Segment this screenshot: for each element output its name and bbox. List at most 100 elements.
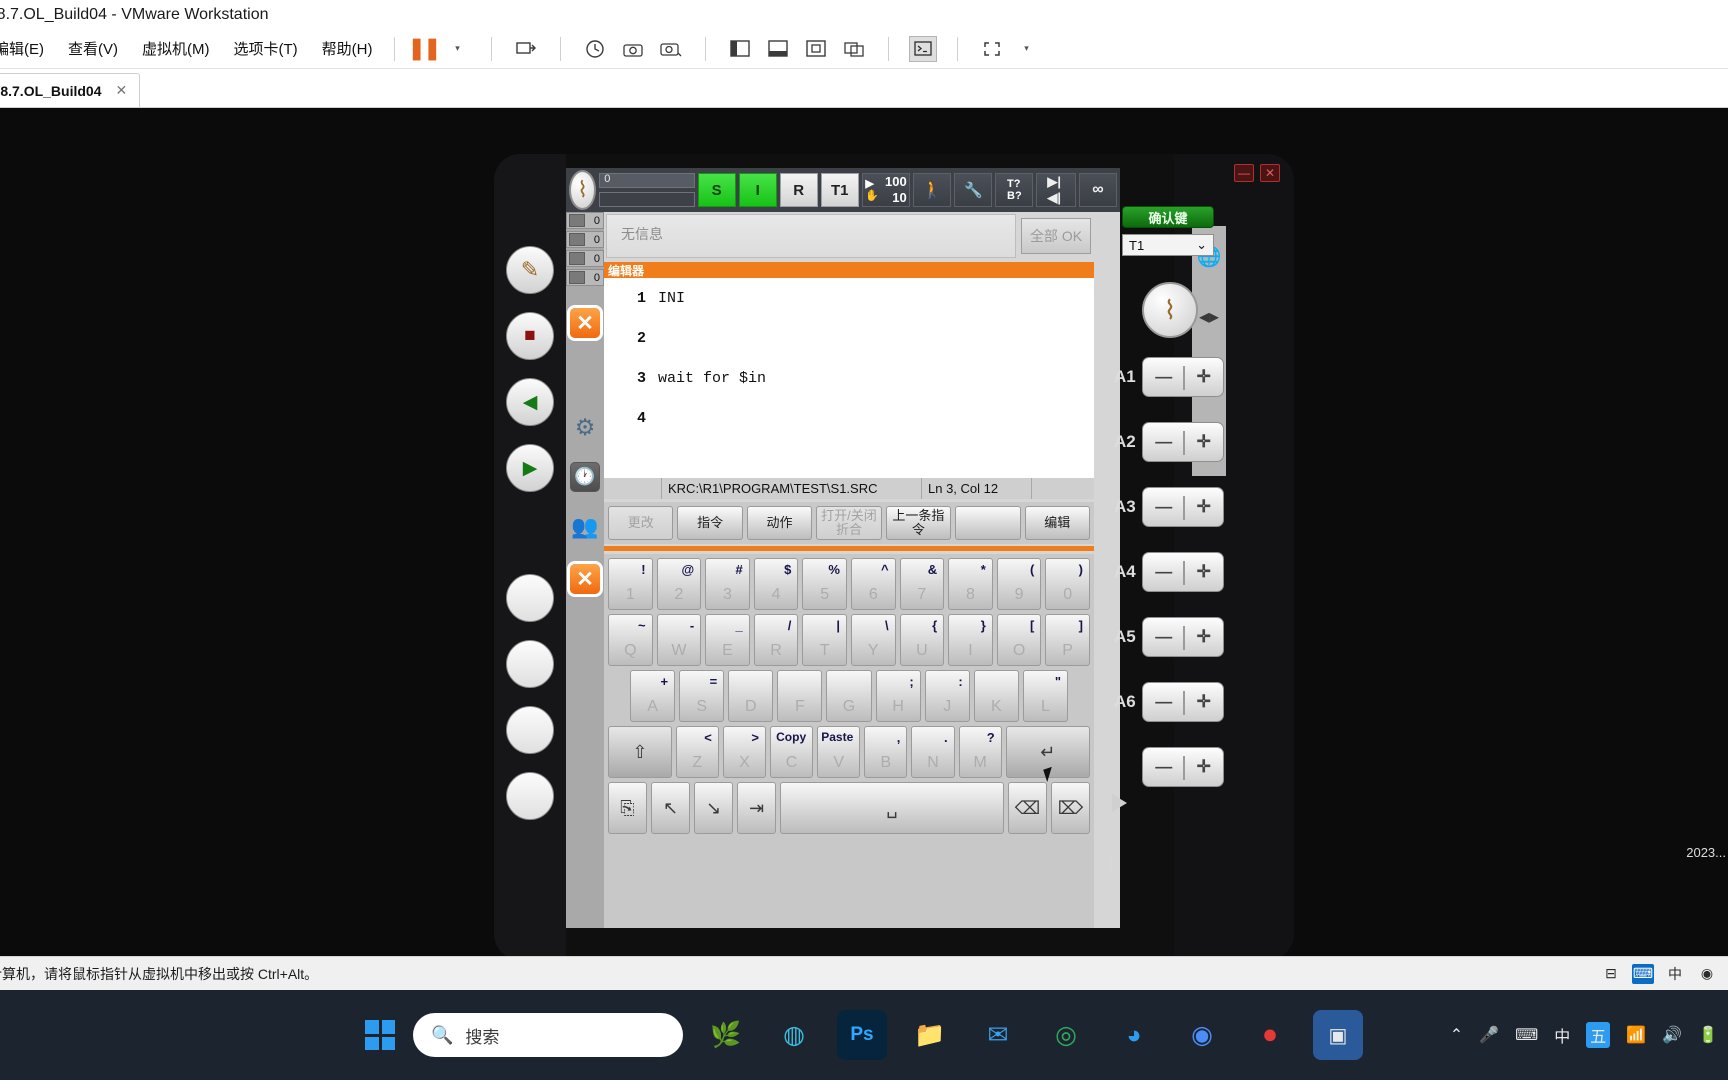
softkey-last-instruction[interactable]: 上一条指令 <box>885 506 952 540</box>
windows-start-icon[interactable] <box>365 1020 395 1050</box>
menu-item-vm[interactable]: 虚拟机(M) <box>130 38 222 59</box>
vmware-icon[interactable]: ▣ <box>1313 1010 1363 1060</box>
key-h[interactable]: ; H <box>875 670 921 722</box>
vm-tab[interactable]: V8.7.OL_Build04 ✕ <box>0 73 141 107</box>
key-5[interactable]: % 5 <box>802 558 847 610</box>
code-line[interactable]: 2 <box>604 318 1094 358</box>
fullscreen-caret-icon[interactable]: ▾ <box>1012 36 1040 62</box>
console-view-icon[interactable] <box>909 35 938 62</box>
operating-mode-indicator[interactable]: T1 <box>820 173 859 207</box>
key-c-copy[interactable]: Copy C <box>770 726 814 778</box>
axis-rocker[interactable]: — ✛ <box>1142 552 1224 592</box>
start-forward-button[interactable]: ▶ <box>506 444 554 492</box>
weather-icon[interactable]: 🌿 <box>701 1010 751 1060</box>
fit-guest-icon[interactable] <box>802 36 830 62</box>
chevron-up-icon[interactable]: ⌃ <box>1450 1025 1463 1045</box>
keyboard-icon[interactable]: ⌨ <box>1515 1025 1538 1045</box>
code-line[interactable]: 3 wait for $in <box>604 358 1094 398</box>
key-g[interactable]: G <box>826 670 872 722</box>
axis-rocker[interactable]: — ✛ <box>1142 682 1224 722</box>
message-window[interactable]: 无信息 <box>606 214 1016 258</box>
submit-interpreter-status[interactable]: S <box>697 173 736 207</box>
blank-button-4[interactable] <box>506 772 554 820</box>
clock-icon[interactable]: 🕐 <box>570 462 600 492</box>
recorder-icon[interactable]: ⏺ <box>1245 1010 1295 1060</box>
vmware-menu-bar[interactable]: 编辑(E) 查看(V) 虚拟机(M) 选项卡(T) 帮助(H) ❚❚ ▾ <box>0 29 1728 69</box>
ime-mode-icon[interactable]: 五 <box>1586 1022 1611 1048</box>
end-key[interactable]: ↘ <box>694 782 733 834</box>
softkey-edit[interactable]: 编辑 <box>1024 506 1090 540</box>
power-history-icon[interactable] <box>581 36 609 62</box>
axis-rocker[interactable]: — ✛ <box>1142 357 1224 397</box>
key-r[interactable]: / R <box>753 614 799 666</box>
key-y[interactable]: \ Y <box>850 614 896 666</box>
key-v-paste[interactable]: Paste V <box>817 726 861 778</box>
key-8[interactable]: * 8 <box>948 558 993 610</box>
fullscreen-icon[interactable] <box>978 36 1006 62</box>
softkey-blank[interactable] <box>955 506 1021 540</box>
key-a[interactable]: + A <box>630 670 676 722</box>
override-indicator[interactable]: ▶ ✋ 100 10 <box>861 173 911 207</box>
start-back-button[interactable]: ◀ <box>506 378 554 426</box>
keyboard-icon[interactable]: ⌨ <box>1632 963 1654 984</box>
close-x-icon-2[interactable]: ✕ <box>570 564 600 594</box>
confirm-key-button[interactable]: 确认键 <box>1122 206 1214 228</box>
tool-gun-icon[interactable]: 🔧 <box>954 173 993 207</box>
volume-icon[interactable]: 🔊 <box>1662 1025 1682 1045</box>
ime-chinese-icon[interactable]: 中 <box>1554 1023 1570 1047</box>
editor-body[interactable]: 1 INI 2 3 wait for $in 4 <box>604 278 1094 478</box>
incremental-jog-icon[interactable]: ▶|◀| <box>1036 173 1076 207</box>
axis-rocker[interactable]: — ✛ <box>1142 487 1224 527</box>
tool-base-indicator[interactable]: T? B? <box>995 173 1034 207</box>
key-o[interactable]: [O <box>996 614 1042 666</box>
show-bottom-pane-icon[interactable] <box>764 36 792 62</box>
file-explorer-icon[interactable]: 📁 <box>905 1010 955 1060</box>
play-arrow-icon[interactable] <box>1112 794 1127 812</box>
home-key[interactable]: ↖ <box>651 782 690 834</box>
stop-button[interactable]: ■ <box>506 312 554 360</box>
mode-selector[interactable]: T1 ⌄ <box>1122 234 1214 256</box>
softkey-motion[interactable]: 动作 <box>746 506 813 540</box>
key-s[interactable]: = S <box>679 670 725 722</box>
ok-all-button[interactable]: 全部 OK <box>1021 218 1091 254</box>
axis-rocker[interactable]: — ✛ <box>1142 422 1224 462</box>
robot-interpreter-status[interactable]: R <box>779 173 818 207</box>
chrome-icon[interactable]: ◉ <box>1177 1010 1227 1060</box>
key-2[interactable]: @2 <box>656 558 702 610</box>
key-t[interactable]: | T <box>802 614 847 666</box>
send-ctrl-alt-del-icon[interactable] <box>512 36 540 62</box>
key-q[interactable]: ~ Q <box>608 614 653 666</box>
user-icon[interactable]: 👥 <box>570 512 600 542</box>
minimize-guest-icon[interactable]: ⊟ <box>1600 964 1622 984</box>
key-k[interactable]: K <box>973 670 1019 722</box>
key-m[interactable]: ? M <box>958 726 1002 778</box>
key-p[interactable]: ] P <box>1045 614 1090 666</box>
photoshop-icon[interactable]: Ps <box>837 1010 887 1060</box>
copy-key[interactable]: ⎘ <box>608 782 647 834</box>
menu-item-view[interactable]: 查看(V) <box>56 38 130 59</box>
multiple-monitors-icon[interactable] <box>840 36 868 62</box>
counter-wait[interactable]: 0 <box>566 269 604 286</box>
close-icon[interactable]: ✕ <box>115 82 127 99</box>
menu-item-help[interactable]: 帮助(H) <box>310 38 385 59</box>
battery-icon[interactable]: 🔋 <box>1698 1025 1718 1045</box>
search-input[interactable]: 🔍 搜索 <box>413 1013 683 1057</box>
browser-icon[interactable]: ◎ <box>1041 1010 1091 1060</box>
axis-rocker[interactable]: — ✛ <box>1142 747 1224 787</box>
key-7[interactable]: & 7 <box>899 558 945 610</box>
show-left-pane-icon[interactable] <box>726 36 754 62</box>
infinity-icon[interactable]: ∞ <box>1078 173 1117 207</box>
counter-ack[interactable]: 0 <box>566 212 604 229</box>
chevron-down-icon[interactable]: ⌄ <box>1196 237 1207 253</box>
blank-button-2[interactable] <box>506 640 554 688</box>
wifi-icon[interactable]: 📶 <box>1626 1025 1646 1045</box>
pause-icon[interactable]: ❚❚ <box>408 36 441 62</box>
jog-robot-icon[interactable]: ⌇ <box>1106 854 1117 880</box>
axis-rocker[interactable]: — ✛ <box>1142 617 1224 657</box>
key-j[interactable]: :J <box>924 670 970 722</box>
edge-dev-icon[interactable]: ◍ <box>769 1010 819 1060</box>
key-n[interactable]: .N <box>911 726 955 778</box>
key-e[interactable]: _ E <box>705 614 750 666</box>
delete-key[interactable]: ⌦ <box>1051 782 1090 834</box>
key-d[interactable]: D <box>728 670 774 722</box>
